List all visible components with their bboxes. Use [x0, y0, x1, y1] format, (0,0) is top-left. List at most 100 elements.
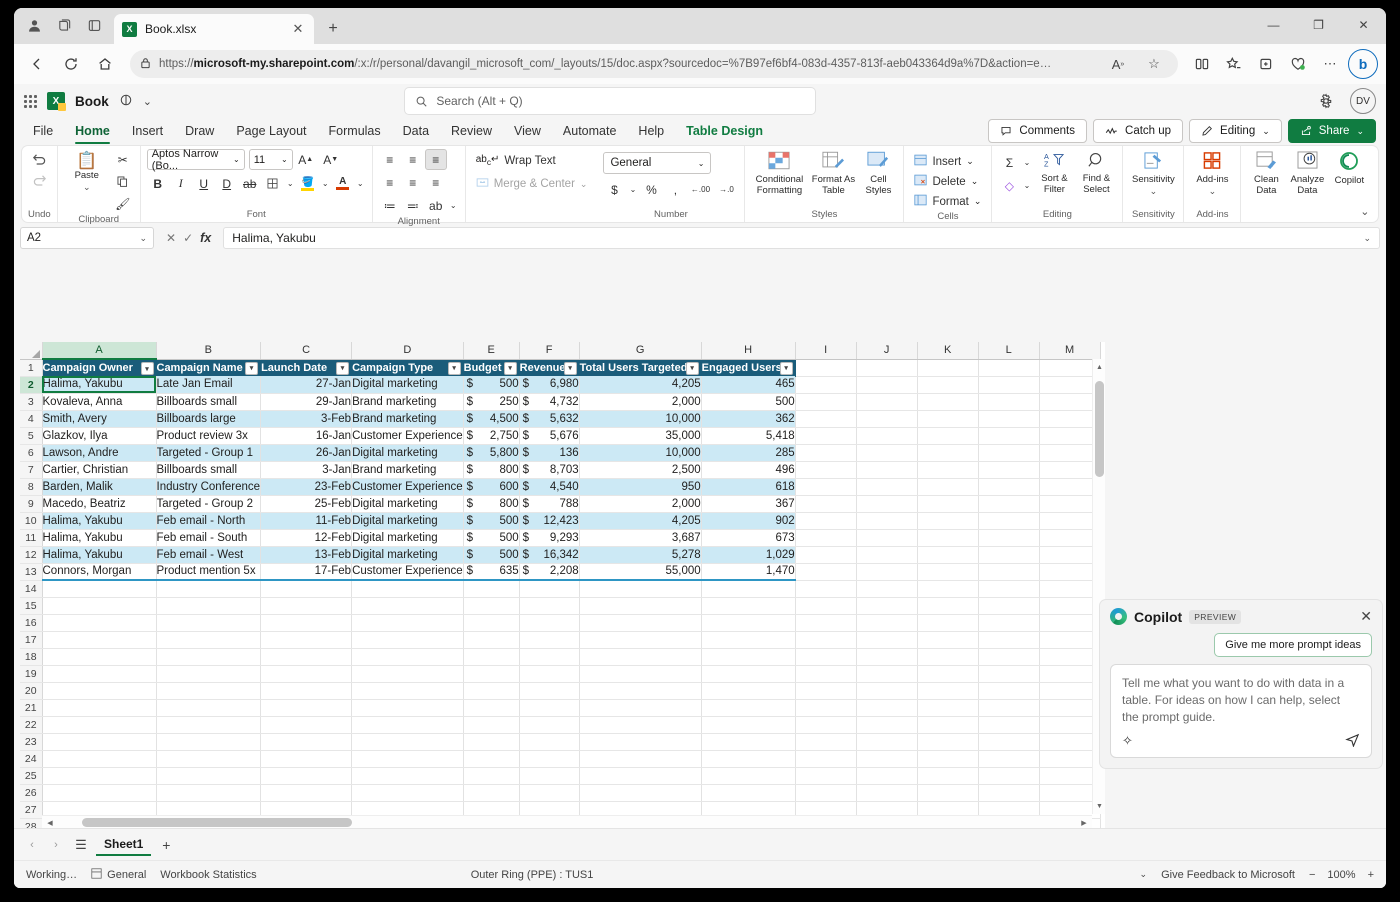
- table-row[interactable]: 13Connors, MorganProduct mention 5x17-Fe…: [20, 563, 1100, 580]
- cell-A11[interactable]: Halima, Yakubu: [42, 529, 156, 546]
- cell-I5[interactable]: [795, 427, 856, 444]
- cell-J23[interactable]: [856, 733, 917, 750]
- cell-D14[interactable]: [352, 580, 464, 597]
- cell-L8[interactable]: [978, 478, 1039, 495]
- scroll-down-icon[interactable]: ▼: [1093, 798, 1105, 814]
- clear-chevron-icon[interactable]: ⌄: [1021, 175, 1032, 196]
- cell-J8[interactable]: [856, 478, 917, 495]
- column-header-H[interactable]: H: [701, 342, 795, 359]
- column-header-J[interactable]: J: [856, 342, 917, 359]
- cell-I17[interactable]: [795, 631, 856, 648]
- cell-C25[interactable]: [261, 767, 352, 784]
- cell-I19[interactable]: [795, 665, 856, 682]
- cell-I8[interactable]: [795, 478, 856, 495]
- cell-G17[interactable]: [579, 631, 701, 648]
- cell-J24[interactable]: [856, 750, 917, 767]
- cell-A21[interactable]: [42, 699, 156, 716]
- row-header-1[interactable]: 1: [20, 359, 42, 376]
- cell-G8[interactable]: 950: [579, 478, 701, 495]
- cell-I3[interactable]: [795, 393, 856, 410]
- cell-M5[interactable]: [1039, 427, 1100, 444]
- ribbon-tab-view[interactable]: View: [505, 121, 550, 141]
- ribbon-tab-table-design[interactable]: Table Design: [677, 121, 772, 141]
- cell-C4[interactable]: 3-Feb: [261, 410, 352, 427]
- cell-E6[interactable]: $5,800: [463, 444, 519, 461]
- cell-M2[interactable]: [1039, 376, 1100, 393]
- row-header-25[interactable]: 25: [20, 767, 42, 784]
- cell-K11[interactable]: [917, 529, 978, 546]
- wrap-text-button[interactable]: abc↵ Wrap Text: [472, 153, 560, 169]
- row-header-7[interactable]: 7: [20, 461, 42, 478]
- cell-K10[interactable]: [917, 512, 978, 529]
- cell-D19[interactable]: [352, 665, 464, 682]
- row-header-24[interactable]: 24: [20, 750, 42, 767]
- all-sheets-icon[interactable]: ☰: [70, 835, 92, 855]
- font-name-select[interactable]: Aptos Narrow (Bo...⌄: [147, 149, 245, 170]
- analyze-data-button[interactable]: Analyze Data: [1287, 149, 1327, 196]
- cell-A8[interactable]: Barden, Malik: [42, 478, 156, 495]
- cell-H7[interactable]: 496: [701, 461, 795, 478]
- cell-I26[interactable]: [795, 784, 856, 801]
- cell-D10[interactable]: Digital marketing: [352, 512, 464, 529]
- sheet-tab-sheet1[interactable]: Sheet1: [96, 833, 151, 856]
- cell-J25[interactable]: [856, 767, 917, 784]
- cell-H11[interactable]: 673: [701, 529, 795, 546]
- cell-F13[interactable]: $2,208: [519, 563, 579, 580]
- double-underline-icon[interactable]: D: [216, 173, 238, 194]
- decrease-indent-icon[interactable]: ≔: [379, 195, 401, 216]
- maximize-icon[interactable]: ❐: [1296, 8, 1341, 42]
- ribbon-tab-file[interactable]: File: [24, 121, 62, 141]
- add-ins-button[interactable]: Add-ins ⌄: [1190, 149, 1234, 197]
- sensitivity-chevron-icon[interactable]: ⌄: [1150, 186, 1158, 197]
- column-header-A[interactable]: A: [42, 342, 156, 359]
- cell-L21[interactable]: [978, 699, 1039, 716]
- cell-L24[interactable]: [978, 750, 1039, 767]
- cell-C21[interactable]: [261, 699, 352, 716]
- cell-K3[interactable]: [917, 393, 978, 410]
- cell-I13[interactable]: [795, 563, 856, 580]
- paste-button[interactable]: 📋 Paste ⌄: [64, 149, 110, 193]
- cell-H25[interactable]: [701, 767, 795, 784]
- cell-I24[interactable]: [795, 750, 856, 767]
- cell-I1[interactable]: [795, 359, 856, 376]
- scroll-right-icon[interactable]: ▶: [1076, 816, 1092, 828]
- row-header-12[interactable]: 12: [20, 546, 42, 563]
- cell-F10[interactable]: $12,423: [519, 512, 579, 529]
- align-center-icon[interactable]: ≡: [402, 172, 424, 193]
- table-row[interactable]: 5Glazkov, IlyaProduct review 3x16-JanCus…: [20, 427, 1100, 444]
- cell-F4[interactable]: $5,632: [519, 410, 579, 427]
- confirm-formula-icon[interactable]: ✓: [183, 231, 193, 245]
- empty-row[interactable]: 17: [20, 631, 1100, 648]
- font-color-icon[interactable]: A: [332, 173, 354, 194]
- column-header-K[interactable]: K: [917, 342, 978, 359]
- status-general[interactable]: General: [91, 868, 146, 882]
- ribbon-tab-draw[interactable]: Draw: [176, 121, 223, 141]
- cell-H2[interactable]: 465: [701, 376, 795, 393]
- cell-C23[interactable]: [261, 733, 352, 750]
- cell-G11[interactable]: 3,687: [579, 529, 701, 546]
- cell-C16[interactable]: [261, 614, 352, 631]
- increase-font-size-icon[interactable]: A▲: [294, 149, 318, 170]
- cell-K9[interactable]: [917, 495, 978, 512]
- row-header-15[interactable]: 15: [20, 597, 42, 614]
- cell-A12[interactable]: Halima, Yakubu: [42, 546, 156, 563]
- cell-D20[interactable]: [352, 682, 464, 699]
- cell-L9[interactable]: [978, 495, 1039, 512]
- cell-I20[interactable]: [795, 682, 856, 699]
- cell-H5[interactable]: 5,418: [701, 427, 795, 444]
- cell-A17[interactable]: [42, 631, 156, 648]
- ribbon-tab-automate[interactable]: Automate: [554, 121, 626, 141]
- cell-A7[interactable]: Cartier, Christian: [42, 461, 156, 478]
- cell-C2[interactable]: 27-Jan: [261, 376, 352, 393]
- cell-J19[interactable]: [856, 665, 917, 682]
- cell-K19[interactable]: [917, 665, 978, 682]
- filter-icon-launch-date[interactable]: ▾: [336, 362, 349, 375]
- cell-K25[interactable]: [917, 767, 978, 784]
- cell-A6[interactable]: Lawson, Andre: [42, 444, 156, 461]
- cell-G24[interactable]: [579, 750, 701, 767]
- collapse-ribbon-icon[interactable]: ⌄: [1360, 205, 1369, 218]
- copilot-input-box[interactable]: Tell me what you want to do with data in…: [1110, 664, 1372, 758]
- cell-F8[interactable]: $4,540: [519, 478, 579, 495]
- cell-G18[interactable]: [579, 648, 701, 665]
- table-row[interactable]: 6Lawson, AndreTargeted - Group 126-JanDi…: [20, 444, 1100, 461]
